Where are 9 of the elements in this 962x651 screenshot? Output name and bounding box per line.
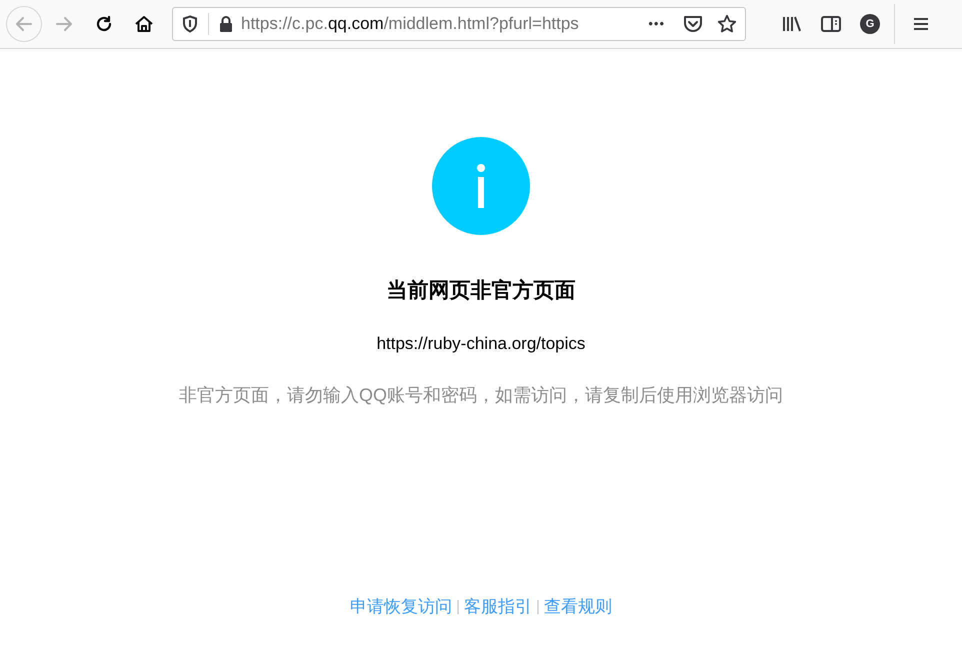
url-text: https://c.pc.qq.com/middlem.html?pfurl=https (241, 13, 579, 36)
target-url[interactable]: https://ruby-china.org/topics (376, 330, 586, 356)
page-title: 当前网页非官方页面 (386, 278, 576, 304)
address-bar[interactable]: https://c.pc.qq.com/middlem.html?pfurl=https ••• (172, 7, 746, 41)
separator: | (536, 596, 540, 616)
page-actions-button[interactable]: ••• (644, 14, 669, 34)
warning-message: 非官方页面，请勿输入QQ账号和密码，如需访问，请复制后使用浏览器访问 (178, 384, 783, 407)
separator: | (456, 596, 460, 616)
account-avatar[interactable]: G (860, 14, 880, 34)
